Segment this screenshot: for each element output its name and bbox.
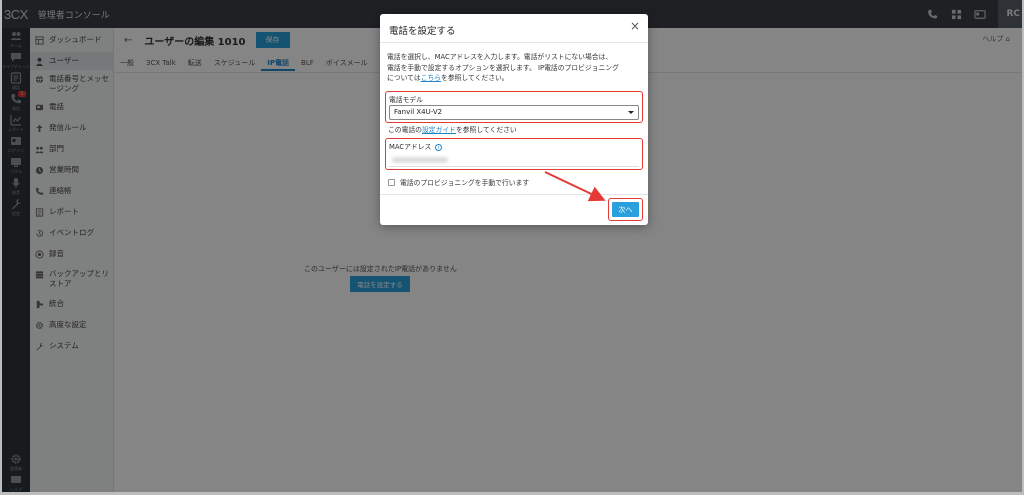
annotation-arrow [544,171,606,202]
app-frame: 3CX 管理者コンソール RC チーム ライブチャット 通話 1 発信 レポート… [0,0,1024,495]
